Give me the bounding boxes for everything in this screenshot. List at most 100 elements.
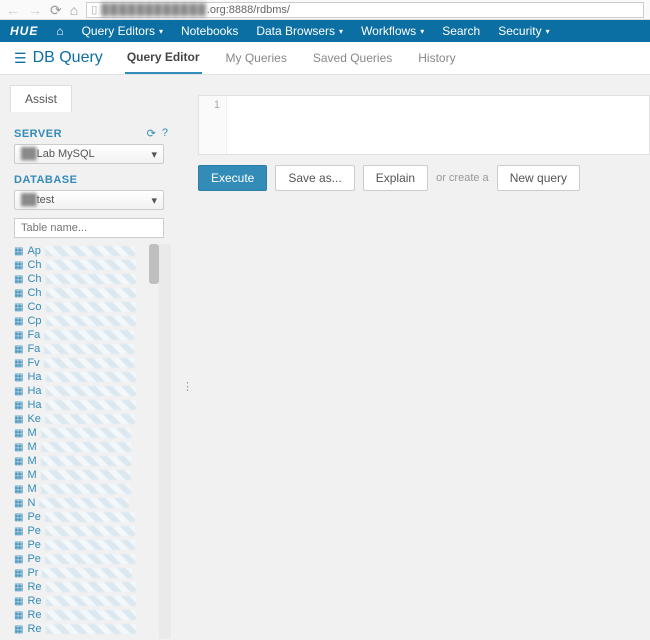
table-icon: ▦	[14, 288, 23, 299]
home-icon[interactable]: ⌂	[70, 3, 78, 17]
table-name-blurred	[46, 274, 136, 284]
table-icon: ▦	[14, 456, 23, 467]
table-name-blurred	[44, 358, 134, 368]
table-row[interactable]: ▦Pe	[14, 538, 159, 552]
table-row[interactable]: ▦M	[14, 454, 159, 468]
table-row[interactable]: ▦Fa	[14, 328, 159, 342]
table-row[interactable]: ▦Ap	[14, 244, 159, 258]
nav-security[interactable]: Security▾	[498, 24, 549, 38]
table-row[interactable]: ▦Co	[14, 300, 159, 314]
table-row[interactable]: ▦Ha	[14, 398, 159, 412]
reload-icon[interactable]: ⟳	[50, 3, 62, 17]
nav-query-editors[interactable]: Query Editors▾	[82, 24, 163, 38]
left-column: Assist SERVER ⟳ ? ██Lab MySQL ▾ DATABASE…	[0, 75, 178, 639]
execute-button[interactable]: Execute	[198, 165, 267, 191]
table-name-blurred	[46, 288, 136, 298]
table-name-blurred	[41, 442, 131, 452]
table-icon: ▦	[14, 624, 23, 635]
explain-button[interactable]: Explain	[363, 165, 428, 191]
assist-panel: SERVER ⟳ ? ██Lab MySQL ▾ DATABASE ██test…	[0, 112, 178, 639]
table-name-blurred	[45, 414, 135, 424]
chevron-down-icon: ▾	[151, 194, 157, 207]
table-row[interactable]: ▦Pe	[14, 552, 159, 566]
main-layout: Assist SERVER ⟳ ? ██Lab MySQL ▾ DATABASE…	[0, 75, 650, 639]
table-name-blurred	[46, 610, 136, 620]
table-search-input[interactable]	[14, 218, 164, 238]
table-icon: ▦	[14, 358, 23, 369]
table-name-blurred	[45, 246, 135, 256]
table-name-blurred	[45, 554, 135, 564]
table-row[interactable]: ▦Pr	[14, 566, 159, 580]
database-label: DATABASE	[14, 174, 168, 186]
url-input[interactable]: ▯ ████████████ .org:8888/rdbms/	[86, 2, 644, 18]
right-column: 1 Execute Save as... Explain or create a…	[178, 75, 650, 639]
refresh-icon[interactable]: ⟳	[147, 127, 156, 140]
database-icon: ☰	[14, 50, 27, 67]
table-row[interactable]: ▦Fv	[14, 356, 159, 370]
save-as-button[interactable]: Save as...	[275, 165, 354, 191]
table-row[interactable]: ▦Re	[14, 622, 159, 636]
table-icon: ▦	[14, 246, 23, 257]
table-icon: ▦	[14, 344, 23, 355]
table-row[interactable]: ▦Re	[14, 608, 159, 622]
table-row[interactable]: ▦Re	[14, 594, 159, 608]
tab-history[interactable]: History	[416, 51, 457, 73]
table-name-blurred	[46, 624, 136, 634]
sql-editor[interactable]: 1	[198, 95, 650, 155]
nav-data-browsers[interactable]: Data Browsers▾	[256, 24, 343, 38]
table-icon: ▦	[14, 554, 23, 565]
table-row[interactable]: ▦Ch	[14, 272, 159, 286]
table-name-blurred	[41, 484, 131, 494]
table-row[interactable]: ▦Ha	[14, 370, 159, 384]
assist-tab[interactable]: Assist	[10, 85, 72, 112]
table-icon: ▦	[14, 512, 23, 523]
table-row[interactable]: ▦Ch	[14, 286, 159, 300]
chevron-down-icon: ▾	[339, 27, 343, 36]
table-icon: ▦	[14, 414, 23, 425]
nav-workflows[interactable]: Workflows▾	[361, 24, 424, 38]
database-select[interactable]: ██test ▾	[14, 190, 164, 210]
tab-my-queries[interactable]: My Queries	[224, 51, 289, 73]
table-icon: ▦	[14, 330, 23, 341]
table-row[interactable]: ▦Ch	[14, 258, 159, 272]
table-row[interactable]: ▦M	[14, 468, 159, 482]
hue-logo[interactable]: HUE	[10, 24, 38, 38]
table-row[interactable]: ▦Ha	[14, 384, 159, 398]
table-row[interactable]: ▦Re	[14, 580, 159, 594]
table-row[interactable]: ▦Pe	[14, 510, 159, 524]
splitter-handle[interactable]: ⋮	[182, 380, 193, 393]
forward-icon[interactable]: →	[28, 3, 42, 17]
server-select[interactable]: ██Lab MySQL ▾	[14, 144, 164, 164]
or-create-text: or create a	[436, 172, 489, 184]
page-icon: ▯	[91, 3, 97, 16]
table-row[interactable]: ▦Fa	[14, 342, 159, 356]
tab-saved-queries[interactable]: Saved Queries	[311, 51, 394, 73]
table-row[interactable]: ▦N	[14, 496, 159, 510]
table-name-blurred	[44, 330, 134, 340]
new-query-button[interactable]: New query	[497, 165, 580, 191]
back-icon[interactable]: ←	[6, 3, 20, 17]
table-row[interactable]: ▦M	[14, 482, 159, 496]
table-icon: ▦	[14, 540, 23, 551]
table-list[interactable]: ▦Ap▦Ch▦Ch▦Ch▦Co▦Cp▦Fa▦Fa▦Fv▦Ha▦Ha▦Ha▦Ke▦…	[14, 244, 171, 639]
tab-query-editor[interactable]: Query Editor	[125, 50, 202, 74]
table-icon: ▦	[14, 568, 23, 579]
table-row[interactable]: ▦M	[14, 440, 159, 454]
table-name-blurred	[46, 302, 136, 312]
table-icon: ▦	[14, 316, 23, 327]
help-icon[interactable]: ?	[162, 127, 168, 140]
home-nav-icon[interactable]: ⌂	[56, 24, 63, 38]
table-name-blurred	[46, 260, 136, 270]
table-row[interactable]: ▦Cp	[14, 314, 159, 328]
table-name-blurred	[39, 498, 129, 508]
table-row[interactable]: ▦M	[14, 426, 159, 440]
table-name-blurred	[46, 582, 136, 592]
nav-notebooks[interactable]: Notebooks	[181, 24, 238, 38]
table-name-blurred	[46, 316, 136, 326]
table-name-blurred	[42, 568, 132, 578]
table-row[interactable]: ▦Pe	[14, 524, 159, 538]
editor-body[interactable]	[227, 96, 649, 154]
table-row[interactable]: ▦Ke	[14, 412, 159, 426]
table-name-blurred	[45, 512, 135, 522]
nav-search[interactable]: Search	[442, 24, 480, 38]
